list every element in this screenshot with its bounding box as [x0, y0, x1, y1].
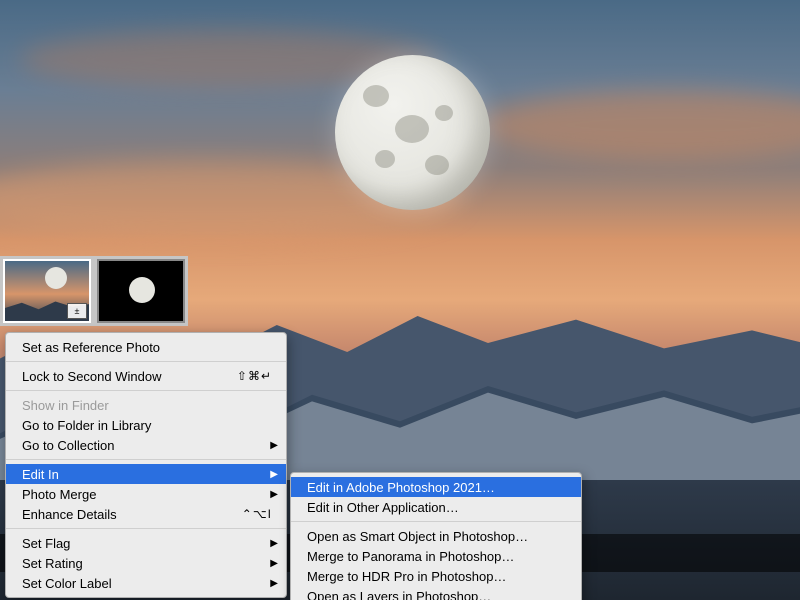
submenu-open-layers[interactable]: Open as Layers in Photoshop… [291, 586, 581, 600]
filmstrip: ± [0, 256, 188, 326]
menu-edit-in[interactable]: Edit In ▶ [6, 464, 286, 484]
menu-separator [6, 528, 286, 529]
shortcut-label: ⇧⌘↵ [237, 369, 272, 383]
moon [335, 55, 490, 210]
context-menu: Set as Reference Photo Lock to Second Wi… [5, 332, 287, 598]
submenu-arrow-icon: ▶ [270, 578, 278, 589]
photo-editor-viewport: ± Set as Reference Photo Lock to Second … [0, 0, 800, 600]
submenu-arrow-icon: ▶ [270, 538, 278, 549]
thumbnail-2[interactable] [97, 259, 185, 323]
menu-lock-second-window[interactable]: Lock to Second Window ⇧⌘↵ [6, 366, 286, 386]
menu-set-reference-photo[interactable]: Set as Reference Photo [6, 337, 286, 357]
menu-separator [291, 521, 581, 522]
submenu-arrow-icon: ▶ [270, 469, 278, 480]
thumbnail-1[interactable]: ± [3, 259, 91, 323]
menu-separator [6, 390, 286, 391]
menu-set-rating[interactable]: Set Rating ▶ [6, 553, 286, 573]
submenu-arrow-icon: ▶ [270, 440, 278, 451]
menu-go-folder-library[interactable]: Go to Folder in Library [6, 415, 286, 435]
adjust-badge-icon: ± [67, 303, 87, 319]
menu-go-collection[interactable]: Go to Collection ▶ [6, 435, 286, 455]
edit-in-submenu: Edit in Adobe Photoshop 2021… Edit in Ot… [290, 472, 582, 600]
submenu-arrow-icon: ▶ [270, 489, 278, 500]
menu-show-in-finder: Show in Finder [6, 395, 286, 415]
submenu-edit-other-application[interactable]: Edit in Other Application… [291, 497, 581, 517]
submenu-open-smart-object[interactable]: Open as Smart Object in Photoshop… [291, 526, 581, 546]
menu-separator [6, 361, 286, 362]
submenu-arrow-icon: ▶ [270, 558, 278, 569]
shortcut-label: ⌃⌥I [242, 507, 272, 521]
submenu-merge-hdr-pro[interactable]: Merge to HDR Pro in Photoshop… [291, 566, 581, 586]
menu-separator [6, 459, 286, 460]
submenu-merge-panorama[interactable]: Merge to Panorama in Photoshop… [291, 546, 581, 566]
menu-photo-merge[interactable]: Photo Merge ▶ [6, 484, 286, 504]
menu-set-color-label[interactable]: Set Color Label ▶ [6, 573, 286, 593]
menu-set-flag[interactable]: Set Flag ▶ [6, 533, 286, 553]
menu-enhance-details[interactable]: Enhance Details ⌃⌥I [6, 504, 286, 524]
submenu-edit-photoshop-2021[interactable]: Edit in Adobe Photoshop 2021… [291, 477, 581, 497]
